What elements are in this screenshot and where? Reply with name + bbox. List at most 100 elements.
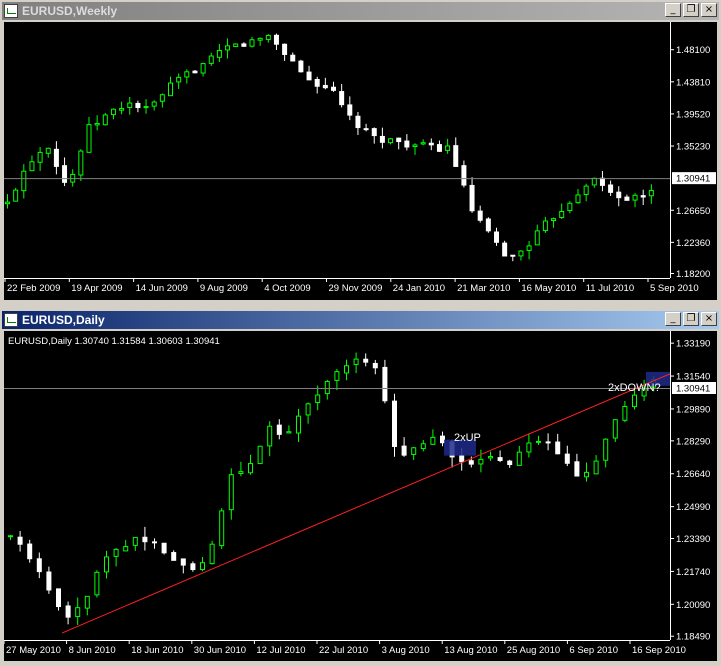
restore-button[interactable]: ❐ <box>683 3 699 17</box>
current-price-label: 1.30941 <box>676 383 710 394</box>
candle-body <box>161 542 167 554</box>
date-label: 13 Aug 2010 <box>444 645 497 656</box>
minimize-button[interactable]: _ <box>665 312 681 326</box>
candle-body <box>526 442 532 453</box>
candle-body <box>648 190 654 197</box>
candle-body <box>190 563 196 571</box>
price-level-label: 1.39520 <box>676 109 710 120</box>
candle-body <box>363 128 369 131</box>
candle-body <box>322 84 328 89</box>
candle-body <box>379 135 385 143</box>
weekly-chart-area[interactable]: 1.48100 1.43810 1.39520 1.35230 1.26650 1.223… <box>4 22 717 300</box>
price-level-label: 1.35230 <box>676 142 710 153</box>
date-label: 30 Jun 2010 <box>194 645 246 656</box>
candle-body <box>276 424 282 435</box>
close-button[interactable]: × <box>701 3 717 17</box>
candle-body <box>228 474 234 511</box>
candle-body <box>420 443 426 450</box>
candle-body <box>436 144 442 152</box>
minimize-button[interactable]: _ <box>665 3 681 17</box>
annotation-up: 2xUP <box>454 432 481 444</box>
candle-body <box>584 471 589 478</box>
candle-body <box>75 607 81 618</box>
date-label: 4 Oct 2009 <box>264 283 310 294</box>
candle-body <box>135 102 141 109</box>
candle-body <box>575 194 581 204</box>
candle-body <box>339 91 345 106</box>
candle-body <box>152 541 157 544</box>
candle-body <box>542 220 548 232</box>
date-label: 14 Jun 2009 <box>136 283 188 294</box>
current-price-label: 1.30941 <box>676 174 710 185</box>
price-level-label: 1.31540 <box>676 372 710 383</box>
price-level-label: 1.20090 <box>676 600 710 611</box>
price-level-label: 1.28290 <box>676 436 710 447</box>
candle-body <box>355 115 361 129</box>
candle-body <box>599 177 605 186</box>
candle-body <box>200 562 205 571</box>
candle-body <box>184 71 190 78</box>
candle-body <box>574 461 580 477</box>
date-label: 3 Aug 2010 <box>382 645 430 656</box>
candle-body <box>267 425 273 447</box>
candle-body <box>485 218 491 232</box>
price-level-label: 1.29890 <box>676 404 710 415</box>
candle-body <box>296 415 301 434</box>
candle-body <box>516 451 522 466</box>
candle-body <box>468 460 474 465</box>
candle-body <box>331 86 336 91</box>
candle-body <box>305 403 311 416</box>
weekly-chart-window[interactable]: EURUSD,Weekly _ ❐ × 1.48100 1.43810 1.3952… <box>0 0 721 302</box>
date-label: 21 Mar 2010 <box>457 283 510 294</box>
date-label: 11 Jul 2010 <box>586 283 634 294</box>
price-level-label: 1.26640 <box>676 469 710 480</box>
candle-body <box>430 436 436 445</box>
candle-body <box>176 76 182 83</box>
candle-body <box>372 362 378 369</box>
candle-body <box>453 145 459 167</box>
candle-body <box>143 106 149 109</box>
candle-body <box>78 150 84 176</box>
weekly-candlestick-chart[interactable]: 1.48100 1.43810 1.39520 1.35230 1.26650 1.223… <box>4 22 717 300</box>
candle-body <box>257 37 263 41</box>
candle-body <box>192 70 198 74</box>
chart-window-icon <box>4 4 18 18</box>
candle-body <box>314 78 320 87</box>
chart-window-icon <box>4 313 18 327</box>
candle-body <box>624 196 630 201</box>
candle-body <box>459 455 465 463</box>
candle-body <box>534 230 540 246</box>
candle-body <box>382 366 388 402</box>
close-button[interactable]: × <box>701 312 717 326</box>
candle-body <box>265 34 271 40</box>
restore-button[interactable]: ❐ <box>683 312 699 326</box>
date-label: 27 May 2010 <box>6 645 61 656</box>
candle-body <box>502 242 508 257</box>
weekly-title-bar[interactable]: EURUSD,Weekly _ ❐ × <box>2 2 719 20</box>
candle-body <box>412 144 418 148</box>
candle-body <box>200 63 206 74</box>
candle-body <box>488 456 493 459</box>
daily-candlestick-chart[interactable]: 1.33190 1.31540 1.29890 1.28290 1.26640 1.249… <box>3 331 717 661</box>
candle-body <box>241 43 247 47</box>
daily-chart-window[interactable]: EURUSD,Daily _ ❐ × 1.33190 1.31540 1.29890… <box>0 309 721 663</box>
candle-body <box>27 543 33 560</box>
annotation-down: 2xDOWN? <box>608 382 661 394</box>
candle-body <box>119 108 125 111</box>
date-label: 19 Apr 2009 <box>71 283 122 294</box>
price-level-label: 1.24990 <box>676 502 710 513</box>
candle-body <box>497 457 503 462</box>
candle-body <box>353 358 359 365</box>
candle-body <box>306 71 312 81</box>
red-trendline <box>61 373 671 634</box>
candle-body <box>632 394 637 408</box>
price-level-label: 1.48100 <box>676 45 710 56</box>
candle-body <box>536 440 541 443</box>
daily-title-bar[interactable]: EURUSD,Daily _ ❐ × <box>2 311 719 329</box>
candle-body <box>428 142 434 146</box>
price-level-label: 1.18490 <box>676 632 710 643</box>
candle-body <box>86 124 92 153</box>
candle-body <box>551 218 557 222</box>
daily-chart-area[interactable]: 1.33190 1.31540 1.29890 1.28290 1.26640 1.249… <box>3 331 717 661</box>
candle-body <box>110 108 116 116</box>
